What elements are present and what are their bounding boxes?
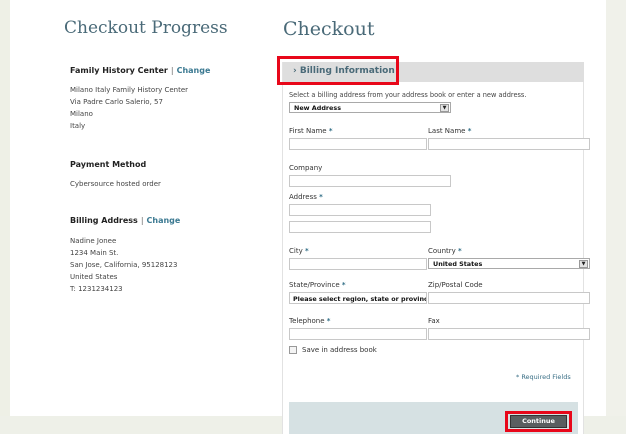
billing-address-details: Nadine Jonee 1234 Main St. San Jose, Cal… <box>70 235 177 295</box>
address-line2-input[interactable] <box>289 221 431 233</box>
family-history-center-details: Milano Italy Family History Center Via P… <box>70 84 188 132</box>
address-line: Milano <box>70 110 93 118</box>
left-margin-strip <box>0 0 10 434</box>
required-mark: * <box>458 247 462 255</box>
address-line: Nadine Jonee <box>70 237 117 245</box>
city-label: City * <box>289 247 309 255</box>
payment-method-details: Cybersource hosted order <box>70 178 161 190</box>
address-line: Italy <box>70 122 86 130</box>
change-link-billing-address[interactable]: Change <box>147 216 181 225</box>
payment-line: Cybersource hosted order <box>70 180 161 188</box>
required-fields-note: * Required Fields <box>516 373 571 381</box>
chevron-down-icon: ▼ <box>440 104 449 112</box>
company-label: Company <box>289 164 323 172</box>
save-address-label: Save in address book <box>302 346 377 354</box>
billing-address-heading: Billing Address | Change <box>70 216 180 225</box>
fax-input[interactable] <box>428 328 590 340</box>
continue-button[interactable]: Continue <box>510 415 567 428</box>
checkout-progress-title: Checkout Progress <box>64 18 228 38</box>
zip-label: Zip/Postal Code <box>428 281 483 289</box>
page-title: Checkout <box>283 18 375 40</box>
right-margin-strip <box>606 0 626 434</box>
state-label: State/Province * <box>289 281 346 289</box>
address-select-hint: Select a billing address from your addre… <box>289 91 527 99</box>
separator: | <box>170 66 174 75</box>
address-line: 1234 Main St. <box>70 249 119 257</box>
country-label: Country * <box>428 247 462 255</box>
selected-address: New Address <box>294 104 341 112</box>
billing-header-highlight <box>277 56 399 85</box>
separator: | <box>140 216 144 225</box>
address-line: United States <box>70 273 118 281</box>
address-book-select[interactable]: New Address ▼ <box>289 102 451 113</box>
required-mark: * <box>328 127 333 135</box>
telephone-input[interactable] <box>289 328 427 340</box>
save-address-checkbox[interactable] <box>289 346 297 354</box>
chevron-down-icon: ▼ <box>579 260 588 268</box>
company-input[interactable] <box>289 175 451 187</box>
first-name-label: First Name * <box>289 127 333 135</box>
last-name-label: Last Name * <box>428 127 472 135</box>
telephone-label: Telephone * <box>289 317 331 325</box>
section-title: Payment Method <box>70 160 147 169</box>
address-label: Address * <box>289 193 323 201</box>
country-select[interactable]: United States ▼ <box>428 258 590 269</box>
payment-method-heading: Payment Method <box>70 160 146 169</box>
city-input[interactable] <box>289 258 427 270</box>
address-line: T: 1231234123 <box>70 285 123 293</box>
family-history-center-heading: Family History Center | Change <box>70 66 210 75</box>
state-select[interactable]: Please select region, state or province <box>289 292 427 304</box>
required-mark: * <box>304 247 309 255</box>
last-name-input[interactable] <box>428 138 590 150</box>
first-name-input[interactable] <box>289 138 427 150</box>
section-title: Family History Center <box>70 66 168 75</box>
required-mark: * <box>467 127 472 135</box>
change-link-family-center[interactable]: Change <box>177 66 211 75</box>
section-title: Billing Address <box>70 216 138 225</box>
required-mark: * <box>341 281 346 289</box>
address-line: Via Padre Carlo Salerio, 57 <box>70 98 163 106</box>
address-line: Milano Italy Family History Center <box>70 86 189 94</box>
address-line1-input[interactable] <box>289 204 431 216</box>
address-line: San Jose, California, 95128123 <box>70 261 178 269</box>
required-mark: * <box>326 317 331 325</box>
zip-input[interactable] <box>428 292 590 304</box>
fax-label: Fax <box>428 317 440 325</box>
required-mark: * <box>319 193 323 201</box>
selected-country: United States <box>433 260 483 268</box>
